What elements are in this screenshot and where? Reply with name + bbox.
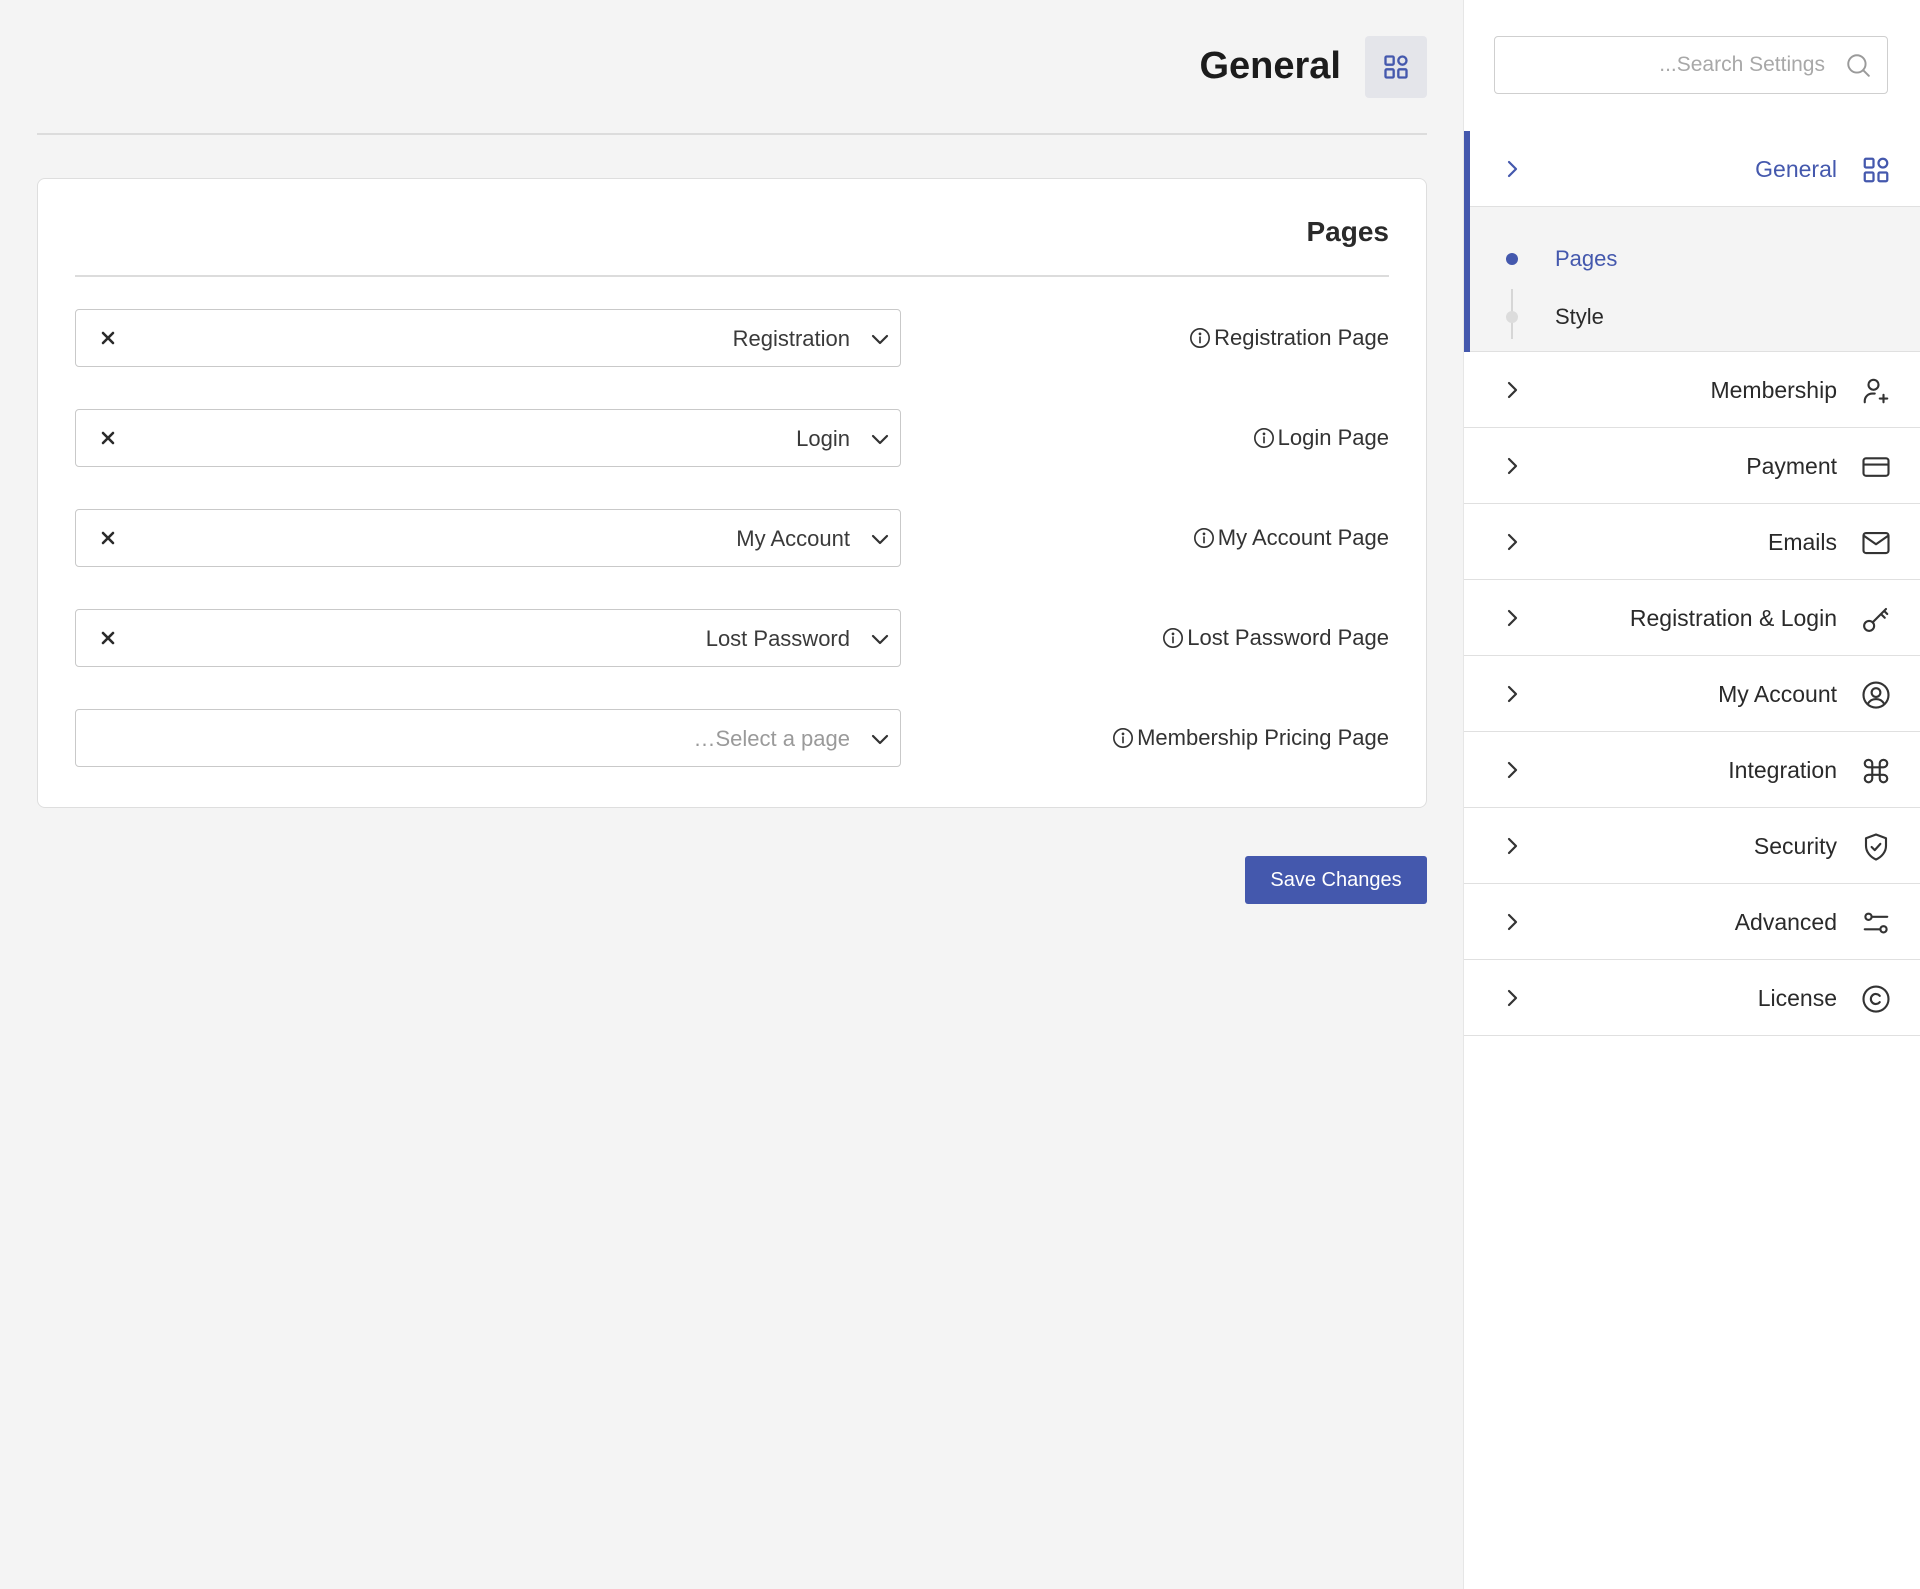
row-label: My Account Page — [1193, 524, 1389, 552]
subnav-item-style[interactable]: Style — [1555, 303, 1604, 331]
sidebar-item-label: Registration & Login — [1629, 605, 1837, 631]
command-icon — [1861, 756, 1891, 786]
sidebar-item-payment[interactable]: Payment — [1464, 428, 1920, 504]
info-icon[interactable] — [1162, 627, 1184, 649]
settings-sidebar: General Pages Style Membership Payme — [1463, 0, 1920, 1589]
clear-selection-icon[interactable] — [94, 323, 122, 353]
general-subnav: Pages Style — [1470, 207, 1920, 352]
chevron-right-icon — [1500, 454, 1524, 478]
search-box — [1494, 36, 1888, 94]
chevron-right-icon — [1500, 758, 1524, 782]
chevron-down-icon[interactable] — [868, 627, 892, 651]
grid-icon — [1382, 53, 1410, 81]
chevron-down-icon[interactable] — [868, 727, 892, 751]
sidebar-item-label: General — [1755, 156, 1837, 182]
row-label: Registration Page — [1189, 324, 1389, 352]
subnav-item-pages[interactable]: Pages — [1555, 245, 1617, 273]
select-value: Registration — [732, 326, 850, 351]
page-title: General — [1199, 45, 1341, 87]
sliders-icon — [1861, 908, 1891, 938]
mail-icon — [1861, 528, 1891, 558]
clear-selection-icon[interactable] — [94, 423, 122, 453]
sidebar-item-label: Membership — [1710, 377, 1837, 403]
registration-page-select[interactable]: Registration — [75, 309, 901, 367]
chevron-down-icon[interactable] — [868, 427, 892, 451]
clear-selection-icon[interactable] — [94, 523, 122, 553]
page-row-registration: Registration Registration Page — [75, 309, 1389, 367]
active-dot — [1506, 253, 1518, 265]
sidebar-item-label: My Account — [1718, 681, 1837, 707]
sidebar-item-label: Emails — [1767, 529, 1837, 555]
page-header: General — [37, 0, 1427, 135]
info-icon[interactable] — [1193, 527, 1215, 549]
grid-icon-button[interactable] — [1365, 36, 1427, 98]
save-changes-button[interactable]: Save Changes — [1245, 856, 1427, 904]
main-content: General Pages Registration Registration … — [0, 0, 1463, 1589]
sidebar-item-label: Advanced — [1734, 909, 1837, 935]
grid-icon — [1861, 155, 1891, 185]
chevron-down-icon[interactable] — [868, 327, 892, 351]
sidebar-item-integration[interactable]: Integration — [1464, 732, 1920, 808]
login-page-select[interactable]: Login — [75, 409, 901, 467]
chevron-down-icon[interactable] — [868, 527, 892, 551]
row-label: Login Page — [1253, 424, 1389, 452]
row-label-text: My Account Page — [1217, 525, 1389, 550]
page-row-my-account: My Account My Account Page — [75, 509, 1389, 567]
row-label-text: Login Page — [1277, 425, 1389, 450]
search-input[interactable] — [1505, 37, 1825, 92]
info-icon[interactable] — [1112, 727, 1134, 749]
membership-pricing-page-select[interactable]: …Select a page — [75, 709, 901, 767]
sidebar-item-security[interactable]: Security — [1464, 808, 1920, 884]
sidebar-item-emails[interactable]: Emails — [1464, 504, 1920, 580]
user-plus-icon — [1861, 376, 1891, 406]
info-icon[interactable] — [1189, 327, 1211, 349]
shield-check-icon — [1861, 832, 1891, 862]
card-divider — [75, 275, 1389, 277]
chevron-right-icon — [1500, 682, 1524, 706]
sidebar-item-advanced[interactable]: Advanced — [1464, 884, 1920, 960]
copyright-icon — [1861, 984, 1891, 1014]
page-row-login: Login Login Page — [75, 409, 1389, 467]
nav-group-general: General Pages Style — [1464, 131, 1920, 352]
card-title: Pages — [1306, 216, 1390, 247]
sidebar-item-label: Integration — [1728, 757, 1837, 783]
info-icon[interactable] — [1253, 427, 1275, 449]
select-value: Login — [796, 426, 850, 451]
sidebar-item-label: License — [1757, 985, 1837, 1011]
credit-card-icon — [1861, 452, 1891, 482]
user-circle-icon — [1861, 680, 1891, 710]
sidebar-item-label: Payment — [1746, 453, 1837, 479]
sidebar-item-general[interactable]: General — [1470, 131, 1920, 207]
row-label: Membership Pricing Page — [1112, 724, 1389, 752]
row-label: Lost Password Page — [1162, 624, 1389, 652]
clear-selection-icon[interactable] — [94, 623, 122, 653]
lost-password-page-select[interactable]: Lost Password — [75, 609, 901, 667]
select-value: My Account — [736, 526, 850, 551]
chevron-right-icon — [1500, 834, 1524, 858]
sidebar-item-my-account[interactable]: My Account — [1464, 656, 1920, 732]
select-value: Lost Password — [705, 626, 850, 651]
pages-card: Pages Registration Registration Page Log… — [37, 178, 1427, 808]
sidebar-item-registration-login[interactable]: Registration & Login — [1464, 580, 1920, 656]
sidebar-item-label: Security — [1753, 833, 1837, 859]
chevron-right-icon — [1500, 530, 1524, 554]
inactive-dot — [1506, 311, 1518, 323]
chevron-right-icon — [1500, 986, 1524, 1010]
key-icon — [1861, 604, 1891, 634]
chevron-right-icon — [1500, 157, 1524, 181]
sidebar-item-membership[interactable]: Membership — [1464, 352, 1920, 428]
page-row-lost-password: Lost Password Lost Password Page — [75, 609, 1389, 667]
chevron-right-icon — [1500, 606, 1524, 630]
row-label-text: Membership Pricing Page — [1137, 725, 1389, 750]
page-row-membership-pricing: …Select a page Membership Pricing Page — [75, 709, 1389, 767]
row-label-text: Registration Page — [1214, 325, 1389, 350]
row-label-text: Lost Password Page — [1187, 625, 1389, 650]
my-account-page-select[interactable]: My Account — [75, 509, 901, 567]
select-placeholder: …Select a page — [693, 726, 850, 751]
chevron-right-icon — [1500, 378, 1524, 402]
settings-nav: General Pages Style Membership Payment E… — [1464, 131, 1920, 1036]
search-icon[interactable] — [1845, 52, 1871, 78]
sidebar-item-license[interactable]: License — [1464, 960, 1920, 1036]
chevron-right-icon — [1500, 910, 1524, 934]
